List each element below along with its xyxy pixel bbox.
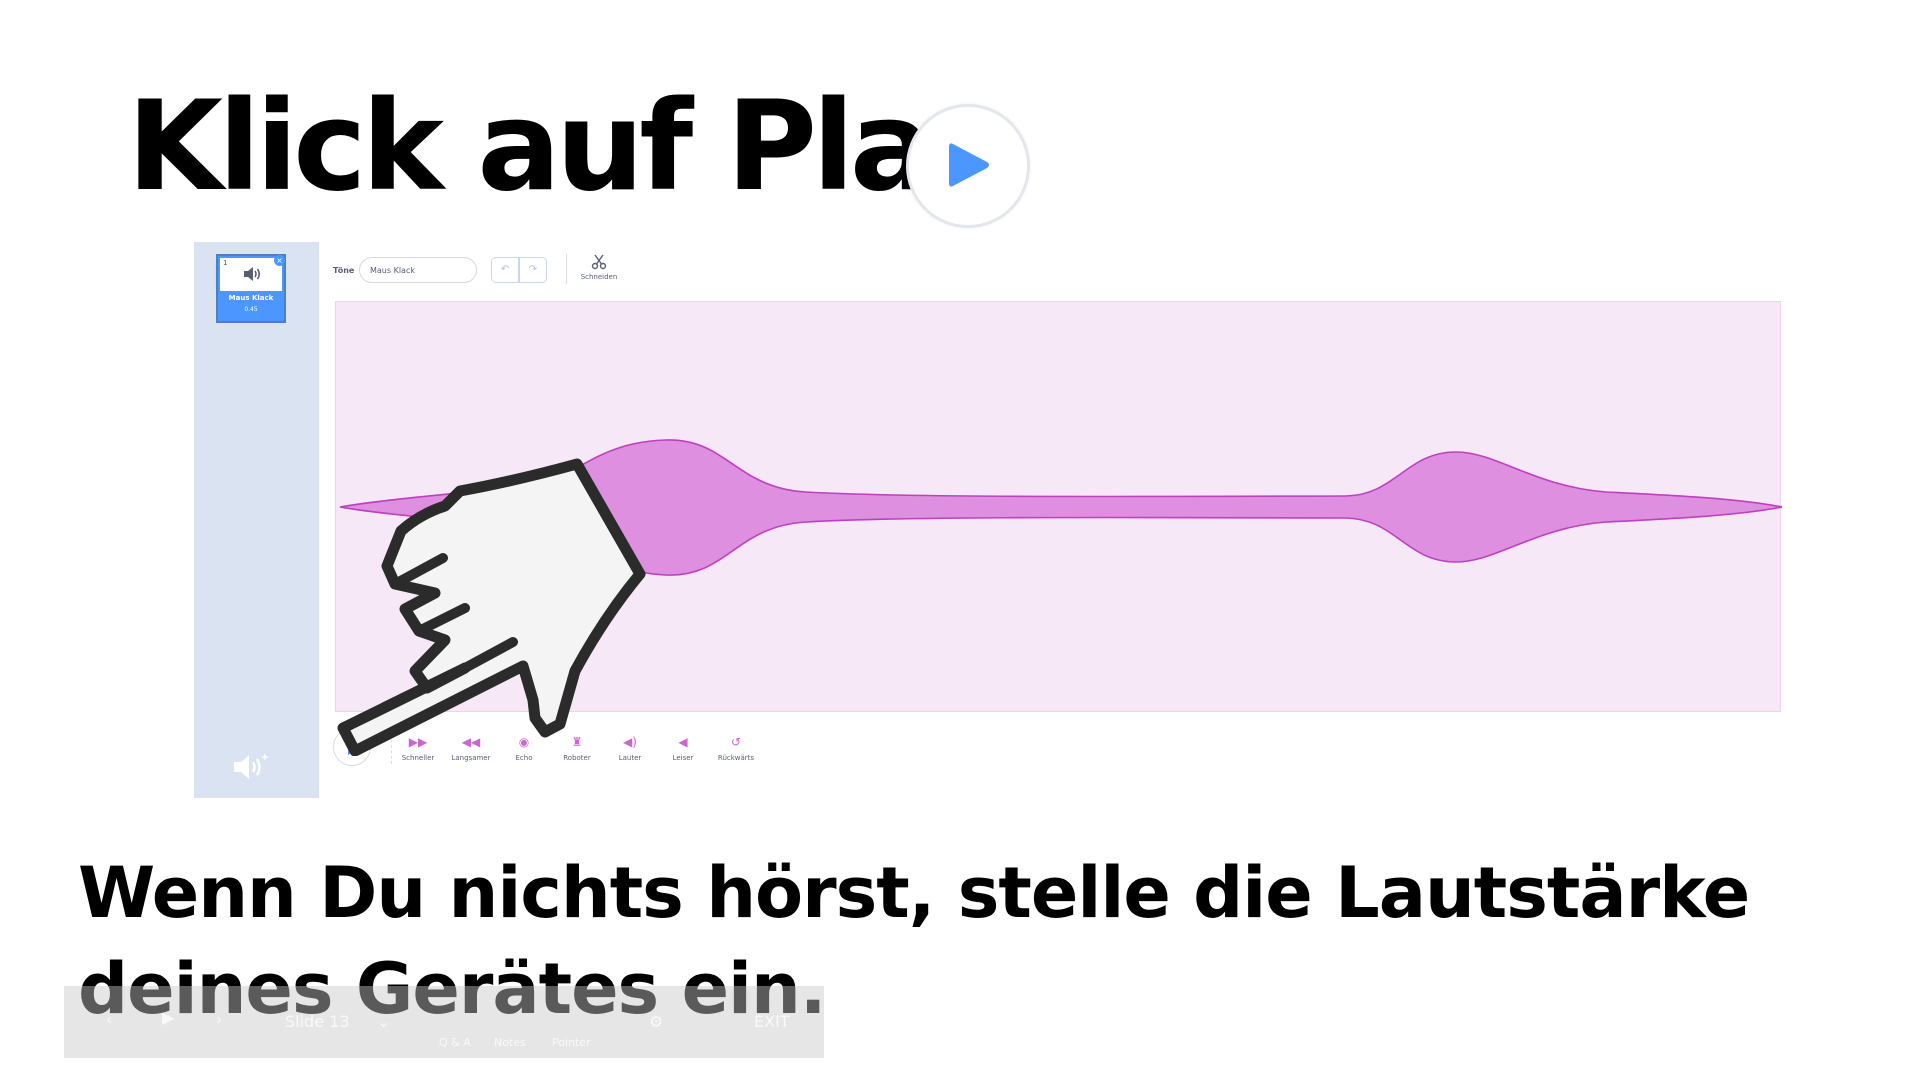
sound-tile-length: 0.45 <box>244 306 258 313</box>
sound-tile-thumbnail: 1 <box>220 258 282 291</box>
speaker-icon <box>244 267 261 281</box>
sound-tile-number: 1 <box>223 259 228 267</box>
exit-button[interactable]: EXIT <box>754 1012 790 1031</box>
sound-tile-name: Maus Klack <box>228 294 274 302</box>
sound-list-sidebar: 1 × Maus Klack 0.45 <box>194 242 319 798</box>
scissors-icon <box>591 254 607 270</box>
next-slide-icon[interactable]: › <box>216 1010 222 1029</box>
cut-label: Schneiden <box>580 273 618 281</box>
effect-softer-button[interactable]: ◀ Leiser <box>659 735 707 762</box>
toolbar-divider <box>566 254 567 284</box>
slide-selector[interactable]: Slide 13 <box>285 1012 350 1031</box>
sounds-label: Töne <box>333 266 355 275</box>
qa-button[interactable]: Q & A <box>439 1036 471 1049</box>
cut-button[interactable]: Schneiden <box>576 254 622 281</box>
sound-name-input[interactable]: Maus Klack <box>359 257 477 283</box>
effect-label: Rückwärts <box>717 754 755 762</box>
play-button-illustration <box>906 104 1030 228</box>
chevron-down-icon[interactable]: ⌄ <box>377 1012 390 1031</box>
undo-button[interactable]: ↶ <box>491 257 519 283</box>
softer-icon: ◀ <box>678 735 688 749</box>
redo-button[interactable]: ↷ <box>519 257 547 283</box>
effect-label: Leiser <box>672 754 694 762</box>
effect-reverse-button[interactable]: ↺ Rückwärts <box>712 735 760 762</box>
play-slides-icon[interactable]: ▶ <box>162 1008 174 1027</box>
notes-button[interactable]: Notes <box>494 1036 526 1049</box>
reverse-icon: ↺ <box>730 735 742 749</box>
slide-title: Klick auf Play <box>127 75 1005 219</box>
undo-redo-group: ↶ ↷ <box>491 257 547 283</box>
pointer-button[interactable]: Pointer <box>552 1036 591 1049</box>
play-icon <box>949 143 989 187</box>
pointing-hand-icon <box>337 458 646 756</box>
settings-icon[interactable]: ⚙ <box>649 1012 663 1031</box>
presenter-toolbar: ‹ ▶ › Slide 13 ⌄ Q & A Notes Pointer ⚙ E… <box>64 986 824 1058</box>
prev-slide-icon[interactable]: ‹ <box>106 1010 112 1029</box>
add-sound-icon[interactable] <box>232 752 270 782</box>
delete-sound-icon[interactable]: × <box>274 255 285 266</box>
sound-tile[interactable]: 1 × Maus Klack 0.45 <box>216 254 286 323</box>
slide: Klick auf Play 1 × Maus Klack 0.45 Töne … <box>0 0 1920 1080</box>
